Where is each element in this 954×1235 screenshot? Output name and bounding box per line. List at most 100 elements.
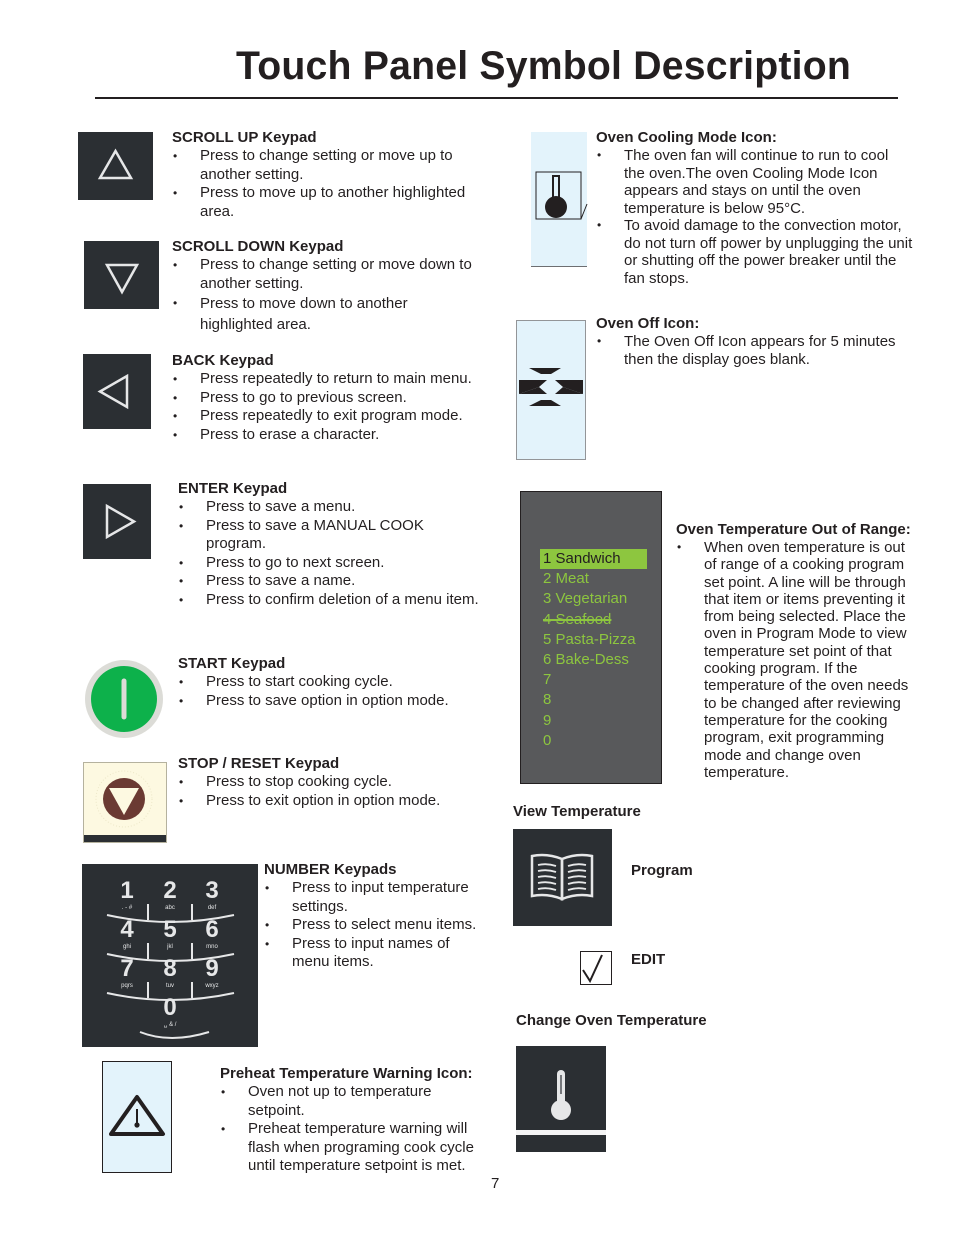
oven-off-section: Oven Off Icon: The Oven Off Icon appears… <box>596 315 926 368</box>
key-digit[interactable]: 5 <box>163 916 176 943</box>
thermometer-cooling-icon <box>535 171 588 220</box>
bullet-item: The oven fan will continue to run to coo… <box>596 147 909 217</box>
bullet-item: Press repeatedly to return to main menu. <box>172 370 502 389</box>
change-temperature-label: Change Oven Temperature <box>516 1012 707 1029</box>
bullet-item: When oven temperature is out of range of… <box>676 539 921 781</box>
key-digit[interactable]: 2 <box>163 877 176 904</box>
menu-item[interactable]: 0 <box>543 731 551 751</box>
number-keypad[interactable]: 1. - #2 abc 3 def 4 ghi 5 jkl 6 mno 7 pqrs 8 tuv 9 wxyz… <box>82 864 258 1047</box>
key-letters: abc <box>165 905 175 911</box>
bullet-item: The Oven Off Icon appears for 5 minutes … <box>596 333 921 368</box>
key-digit[interactable]: 0 <box>163 994 176 1021</box>
change-temperature-keypad[interactable] <box>516 1046 606 1152</box>
key-digit[interactable]: 8 <box>163 955 176 982</box>
key-letters: wxyz <box>204 983 218 989</box>
scroll-down-section: SCROLL DOWN Keypad Press to change setti… <box>172 238 492 335</box>
bullet-item: Oven not up to temperature setpoint. <box>220 1083 468 1120</box>
section-heading: SCROLL UP Keypad <box>172 129 317 146</box>
bullet-item: Press to start cooking cycle. <box>178 673 498 692</box>
section-heading: ENTER Keypad <box>178 480 288 497</box>
menu-item[interactable]: 3 Vegetarian <box>543 589 627 609</box>
bullet-item: Press to change setting or move down to … <box>172 256 492 293</box>
bullet-item: Press to move down to another highlighte… <box>172 293 445 335</box>
program-keypad[interactable] <box>513 829 612 926</box>
menu-display: 1 Sandwich 2 Meat 3 Vegetarian 4 Seafood 5 P… <box>520 491 662 784</box>
menu-item[interactable]: 9 <box>543 711 551 731</box>
key-letters: ␣ & / <box>164 1022 177 1028</box>
bullet-item: Press repeatedly to exit program mode. <box>172 407 502 426</box>
menu-item[interactable]: 7 <box>543 670 551 690</box>
bullet-item: Press to exit option in option mode. <box>178 792 498 811</box>
open-book-icon <box>530 853 594 901</box>
key-letters: tuv <box>166 983 174 989</box>
key-separator <box>139 1031 210 1039</box>
triangle-down-icon <box>104 263 140 295</box>
bullet-item: Press to go to previous screen. <box>172 389 502 408</box>
stop-reset-icon <box>84 770 166 842</box>
section-heading: SCROLL DOWN Keypad <box>172 238 344 255</box>
enter-section: ENTER Keypad Press to save a menu. Press… <box>178 480 498 610</box>
bullet-item: Press to save a menu. <box>178 498 446 517</box>
menu-item[interactable]: 6 Bake-Dess <box>543 650 629 670</box>
triangle-left-icon <box>97 373 129 410</box>
back-keypad[interactable] <box>83 354 151 429</box>
section-heading: Oven Off Icon: <box>596 315 700 332</box>
number-section: NUMBER Keypads Press to input temperatur… <box>264 861 499 972</box>
menu-item[interactable]: 2 Meat <box>543 569 589 589</box>
section-heading: Oven Cooling Mode Icon: <box>596 129 777 146</box>
scroll-up-section: SCROLL UP Keypad Press to change setting… <box>172 129 492 221</box>
bullet-item: Press to input names of menu items. <box>264 935 472 972</box>
edit-label: EDIT <box>631 951 666 968</box>
bullet-item: Press to save option in option mode. <box>178 692 498 711</box>
menu-item[interactable]: 8 <box>543 690 551 710</box>
edit-keypad[interactable] <box>580 951 612 985</box>
key-letters: . - # <box>122 905 133 911</box>
cooling-section: Oven Cooling Mode Icon: The oven fan wil… <box>596 129 926 287</box>
bullet-item: Press to move up to another highlighted … <box>172 184 482 221</box>
stop-reset-section: STOP / RESET Keypad Press to stop cookin… <box>178 755 498 810</box>
key-letters: pqrs <box>121 983 133 989</box>
bullet-item: Press to input temperature settings. <box>264 879 482 916</box>
menu-item[interactable]: 5 Pasta-Pizza <box>543 630 636 650</box>
menu-item[interactable]: 4 Seafood <box>543 610 611 630</box>
bullet-item: Press to confirm deletion of a menu item… <box>178 591 498 610</box>
start-section: START Keypad Press to start cooking cycl… <box>178 655 498 710</box>
scroll-down-keypad[interactable] <box>84 241 159 309</box>
preheat-warning-display <box>102 1061 172 1173</box>
triangle-right-icon <box>105 503 137 540</box>
start-keypad[interactable] <box>84 659 164 739</box>
bullet-item: Press to erase a character. <box>172 426 502 445</box>
program-label: Program <box>631 862 693 879</box>
scroll-up-keypad[interactable] <box>78 132 153 200</box>
oven-off-display <box>516 320 586 460</box>
page-title: Touch Panel Symbol Description <box>236 44 852 88</box>
back-section: BACK Keypad Press repeatedly to return t… <box>172 352 492 444</box>
out-of-range-section: Oven Temperature Out of Range: When oven… <box>676 521 926 781</box>
bullet-item: Preheat temperature warning will flash w… <box>220 1120 490 1176</box>
key-letters: def <box>208 905 217 911</box>
section-heading: Oven Temperature Out of Range: <box>676 521 911 538</box>
number-keypad-icon: 1. - #2abc3def4ghi5jkl6mno7pqrs8tuv9wxyz… <box>106 877 235 1039</box>
bullet-item: Press to stop cooking cycle. <box>178 773 498 792</box>
bullet-item: Press to select menu items. <box>264 916 499 935</box>
bullet-item: To avoid damage to the convection motor,… <box>596 217 921 287</box>
key-digit[interactable]: 1 <box>120 877 133 904</box>
key-letters: jkl <box>166 944 173 950</box>
bullet-item: Press to save a name. <box>178 572 498 591</box>
section-heading: START Keypad <box>178 655 286 672</box>
view-temperature-label: View Temperature <box>513 803 641 820</box>
stop-reset-keypad[interactable] <box>83 762 167 843</box>
key-letters: ghi <box>123 944 131 950</box>
section-heading: NUMBER Keypads <box>264 861 397 878</box>
section-heading: Preheat Temperature Warning Icon: <box>220 1065 473 1082</box>
key-digit[interactable]: 3 <box>205 877 218 904</box>
menu-item[interactable]: 1 Sandwich <box>540 549 647 569</box>
bullet-item: Press to change setting or move up to an… <box>172 147 482 184</box>
checkmark-icon <box>582 954 603 984</box>
section-heading: BACK Keypad <box>172 352 274 369</box>
title-divider <box>95 97 898 99</box>
preheat-section: Preheat Temperature Warning Icon: Oven n… <box>220 1065 495 1176</box>
enter-keypad[interactable] <box>83 484 151 559</box>
preheat-warning-icon <box>109 1095 165 1136</box>
bullet-item: Press to go to next screen. <box>178 554 498 573</box>
